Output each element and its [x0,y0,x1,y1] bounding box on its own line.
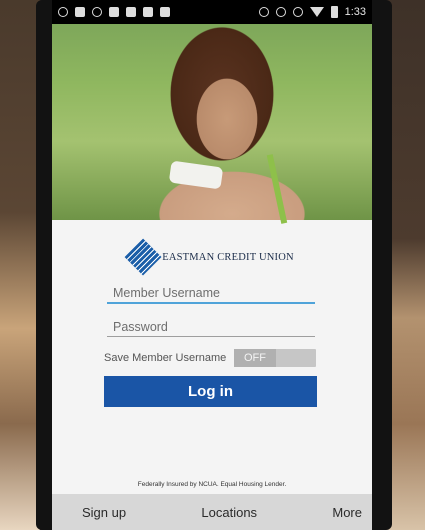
android-icon [160,7,170,17]
hero-phone-shape [168,160,224,190]
battery-icon [330,6,338,18]
nav-locations[interactable]: Locations [201,505,257,520]
bluetooth-icon [258,7,269,17]
lock-icon [109,7,119,17]
password-underline [107,336,315,337]
brand-name: EASTMAN CREDIT UNION [162,251,294,263]
minus-circle-icon [275,7,286,17]
login-button[interactable]: Log in [104,376,317,407]
clock: 1:33 [344,6,366,18]
camera-icon [143,7,153,17]
password-input[interactable] [107,317,315,337]
status-bar: 1:33 [52,0,372,24]
hero-photo [52,24,372,224]
status-right-icons: 1:33 [258,6,366,18]
username-underline [107,302,315,304]
nav-sign-up[interactable]: Sign up [82,505,126,520]
alarm-icon [58,7,68,17]
info-icon [92,7,102,17]
hero-strap-shape [266,154,288,224]
save-username-label: Save Member Username [104,352,227,364]
image-icon [126,7,136,17]
brand-logo: EASTMAN CREDIT UNION [52,238,372,276]
wifi-icon [309,7,324,17]
logo-diamond-icon [124,238,162,276]
toggle-state: OFF [234,349,276,367]
alarm-icon [292,7,303,17]
ncua-disclaimer: Federally Insured by NCUA. Equal Housing… [137,481,287,488]
wrench-icon [75,7,85,17]
username-input[interactable] [107,283,315,303]
status-left-icons [58,7,170,17]
bottom-nav: Sign up Locations More [52,494,372,530]
save-username-toggle[interactable]: OFF [234,349,316,367]
nav-more[interactable]: More [332,505,362,520]
app-screen: 1:33 EASTMAN CREDIT UNION Save Member Us… [52,0,372,530]
background-left [0,0,40,530]
